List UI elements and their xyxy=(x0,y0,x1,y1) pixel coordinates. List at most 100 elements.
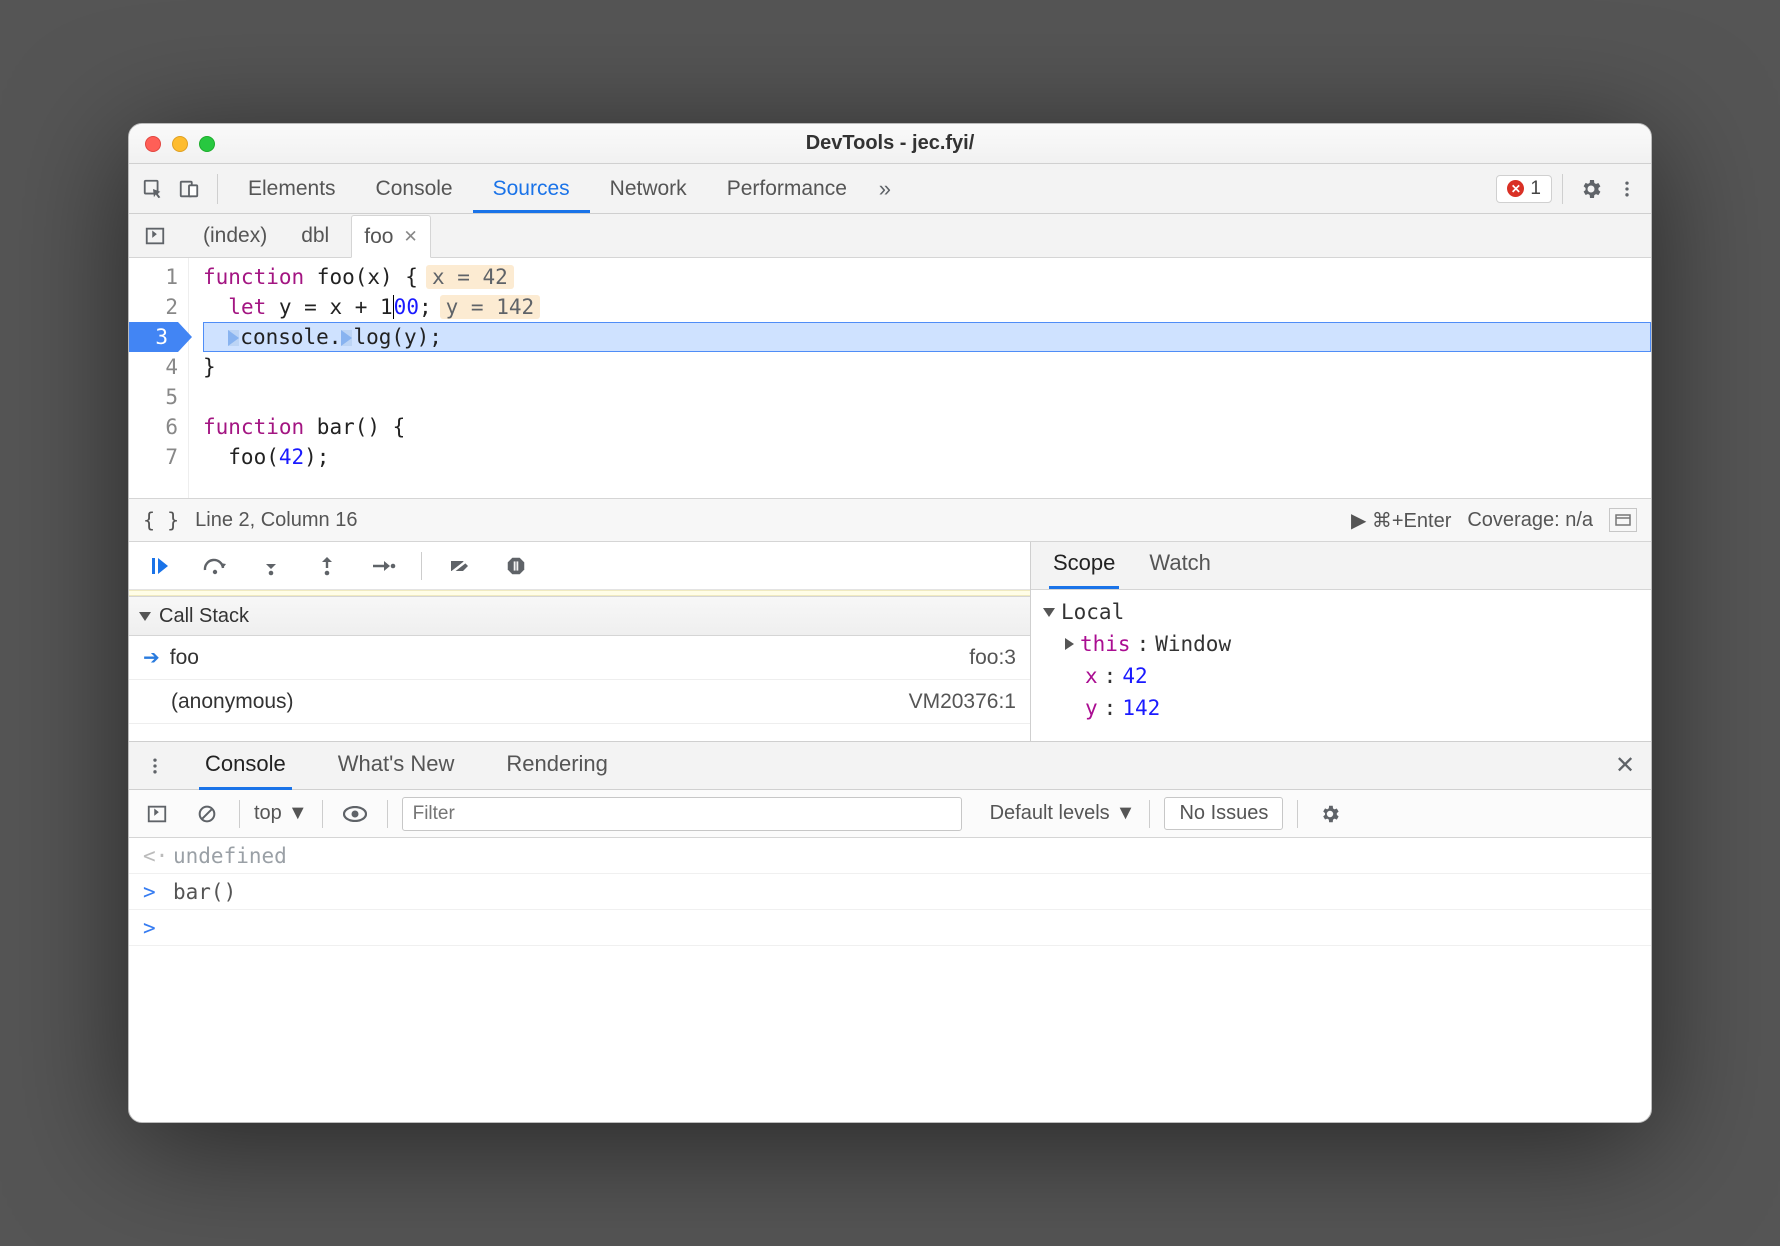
file-tab-dbl[interactable]: dbl xyxy=(289,214,341,257)
close-drawer-icon[interactable]: ✕ xyxy=(1607,748,1643,784)
step-over-icon[interactable] xyxy=(197,548,233,584)
show-sidebar-icon[interactable] xyxy=(1609,508,1637,532)
scope-tab-scope[interactable]: Scope xyxy=(1049,540,1119,589)
step-out-icon[interactable] xyxy=(309,548,345,584)
property-name: y xyxy=(1085,692,1098,724)
step-icon[interactable] xyxy=(365,548,401,584)
scope-property[interactable]: y: 142 xyxy=(1043,692,1639,724)
property-value: 42 xyxy=(1122,660,1147,692)
close-window-icon[interactable] xyxy=(145,136,161,152)
console-prompt[interactable]: > xyxy=(129,910,1651,946)
close-icon[interactable]: ✕ xyxy=(403,227,417,247)
chevron-right-icon xyxy=(1065,638,1074,650)
code-line[interactable]: let y = x + 100;y = 142 xyxy=(203,292,1651,322)
line-number[interactable]: 7 xyxy=(129,442,178,472)
drawer-tab-what-s-new[interactable]: What's New xyxy=(332,741,461,790)
scope-body[interactable]: Localthis: Windowx: 42y: 142 xyxy=(1031,590,1651,730)
more-panels-icon[interactable]: » xyxy=(867,171,903,207)
frame-location: foo:3 xyxy=(969,646,1016,670)
property-value: Window xyxy=(1155,628,1231,660)
traffic-lights xyxy=(145,136,215,152)
code-lines[interactable]: function foo(x) {x = 42 let y = x + 100;… xyxy=(189,258,1651,498)
error-count: 1 xyxy=(1530,178,1541,200)
stack-frame[interactable]: ➔ foo foo:3 xyxy=(129,636,1030,680)
scope-tab-watch[interactable]: Watch xyxy=(1145,540,1215,589)
frame-location: VM20376:1 xyxy=(909,690,1016,714)
code-line[interactable]: function foo(x) {x = 42 xyxy=(203,262,1651,292)
live-expression-icon[interactable] xyxy=(337,796,373,832)
inspect-element-icon[interactable] xyxy=(135,171,171,207)
levels-label: Default levels xyxy=(990,802,1110,825)
scope-label: Local xyxy=(1061,596,1124,628)
run-snippet-label[interactable]: ▶ ⌘+Enter xyxy=(1351,508,1451,533)
console-body[interactable]: <·undefined>bar()> xyxy=(129,838,1651,1122)
zoom-window-icon[interactable] xyxy=(199,136,215,152)
stack-frame[interactable]: (anonymous)VM20376:1 xyxy=(129,680,1030,724)
drawer-tab-console[interactable]: Console xyxy=(199,741,292,790)
chevron-down-icon xyxy=(1043,608,1055,617)
device-toolbar-icon[interactable] xyxy=(171,171,207,207)
scope-property[interactable]: x: 42 xyxy=(1043,660,1639,692)
console-row: <·undefined xyxy=(129,838,1651,874)
scope-section[interactable]: Local xyxy=(1043,596,1639,628)
minimize-window-icon[interactable] xyxy=(172,136,188,152)
chevron-down-icon xyxy=(139,612,151,621)
error-icon: ✕ xyxy=(1507,180,1524,197)
kebab-menu-icon[interactable] xyxy=(1609,171,1645,207)
error-counter[interactable]: ✕ 1 xyxy=(1496,175,1552,203)
file-tab-foo[interactable]: foo✕ xyxy=(351,215,430,258)
step-into-icon[interactable] xyxy=(253,548,289,584)
code-editor[interactable]: 1234567 function foo(x) {x = 42 let y = … xyxy=(129,258,1651,498)
property-name: this xyxy=(1080,628,1131,660)
current-frame-icon: ➔ xyxy=(143,645,160,670)
code-line[interactable] xyxy=(203,382,1651,412)
tab-performance[interactable]: Performance xyxy=(707,164,867,213)
debugger-pane: Call Stack ➔ foo foo:3 (anonymous)VM20376:1… xyxy=(129,542,1651,742)
frame-name: foo xyxy=(170,646,199,670)
file-tab-index[interactable]: (index) xyxy=(191,214,279,257)
tab-sources[interactable]: Sources xyxy=(473,164,590,213)
property-name: x xyxy=(1085,660,1098,692)
scope-property[interactable]: this: Window xyxy=(1043,628,1639,660)
issues-button[interactable]: No Issues xyxy=(1164,797,1283,830)
show-navigator-icon[interactable] xyxy=(137,218,173,254)
line-number[interactable]: 6 xyxy=(129,412,178,442)
line-number[interactable]: 4 xyxy=(129,352,178,382)
chevron-down-icon: ▼ xyxy=(1116,802,1136,825)
code-line[interactable]: function bar() { xyxy=(203,412,1651,442)
filter-input[interactable] xyxy=(402,797,962,831)
drawer-tab-rendering[interactable]: Rendering xyxy=(500,741,614,790)
drawer-kebab-icon[interactable] xyxy=(137,748,173,784)
line-number[interactable]: 1 xyxy=(129,262,178,292)
clear-console-icon[interactable] xyxy=(189,796,225,832)
console-sidebar-toggle-icon[interactable] xyxy=(139,796,175,832)
line-number[interactable]: 5 xyxy=(129,382,178,412)
context-selector[interactable]: top ▼ xyxy=(254,802,308,825)
callstack-header[interactable]: Call Stack xyxy=(129,596,1030,636)
pause-exceptions-icon[interactable] xyxy=(498,548,534,584)
line-number[interactable]: 3 xyxy=(129,322,178,352)
editor-statusbar: { } Line 2, Column 16 ▶ ⌘+Enter Coverage… xyxy=(129,498,1651,542)
main-tabbar: ElementsConsoleSourcesNetworkPerformance… xyxy=(129,164,1651,214)
code-line[interactable]: foo(42); xyxy=(203,442,1651,472)
console-settings-gear-icon[interactable] xyxy=(1312,796,1348,832)
line-gutter[interactable]: 1234567 xyxy=(129,258,189,498)
tab-console[interactable]: Console xyxy=(356,164,473,213)
line-number[interactable]: 2 xyxy=(129,292,178,322)
code-line[interactable]: } xyxy=(203,352,1651,382)
console-row: >bar() xyxy=(129,874,1651,910)
resume-icon[interactable] xyxy=(141,548,177,584)
levels-selector[interactable]: Default levels ▼ xyxy=(990,802,1136,825)
settings-gear-icon[interactable] xyxy=(1573,171,1609,207)
debugger-right: Scope Watch Localthis: Windowx: 42y: 142 xyxy=(1031,542,1651,741)
tab-network[interactable]: Network xyxy=(590,164,707,213)
deactivate-breakpoints-icon[interactable] xyxy=(442,548,478,584)
coverage-label[interactable]: Coverage: n/a xyxy=(1467,509,1593,532)
console-text: undefined xyxy=(173,844,287,868)
console-text: bar() xyxy=(173,880,236,904)
chevron-down-icon: ▼ xyxy=(288,802,308,825)
code-line[interactable]: console.log(y); xyxy=(203,322,1651,352)
file-tab-label: dbl xyxy=(301,224,329,248)
pretty-print-icon[interactable]: { } xyxy=(143,508,179,532)
tab-elements[interactable]: Elements xyxy=(228,164,356,213)
